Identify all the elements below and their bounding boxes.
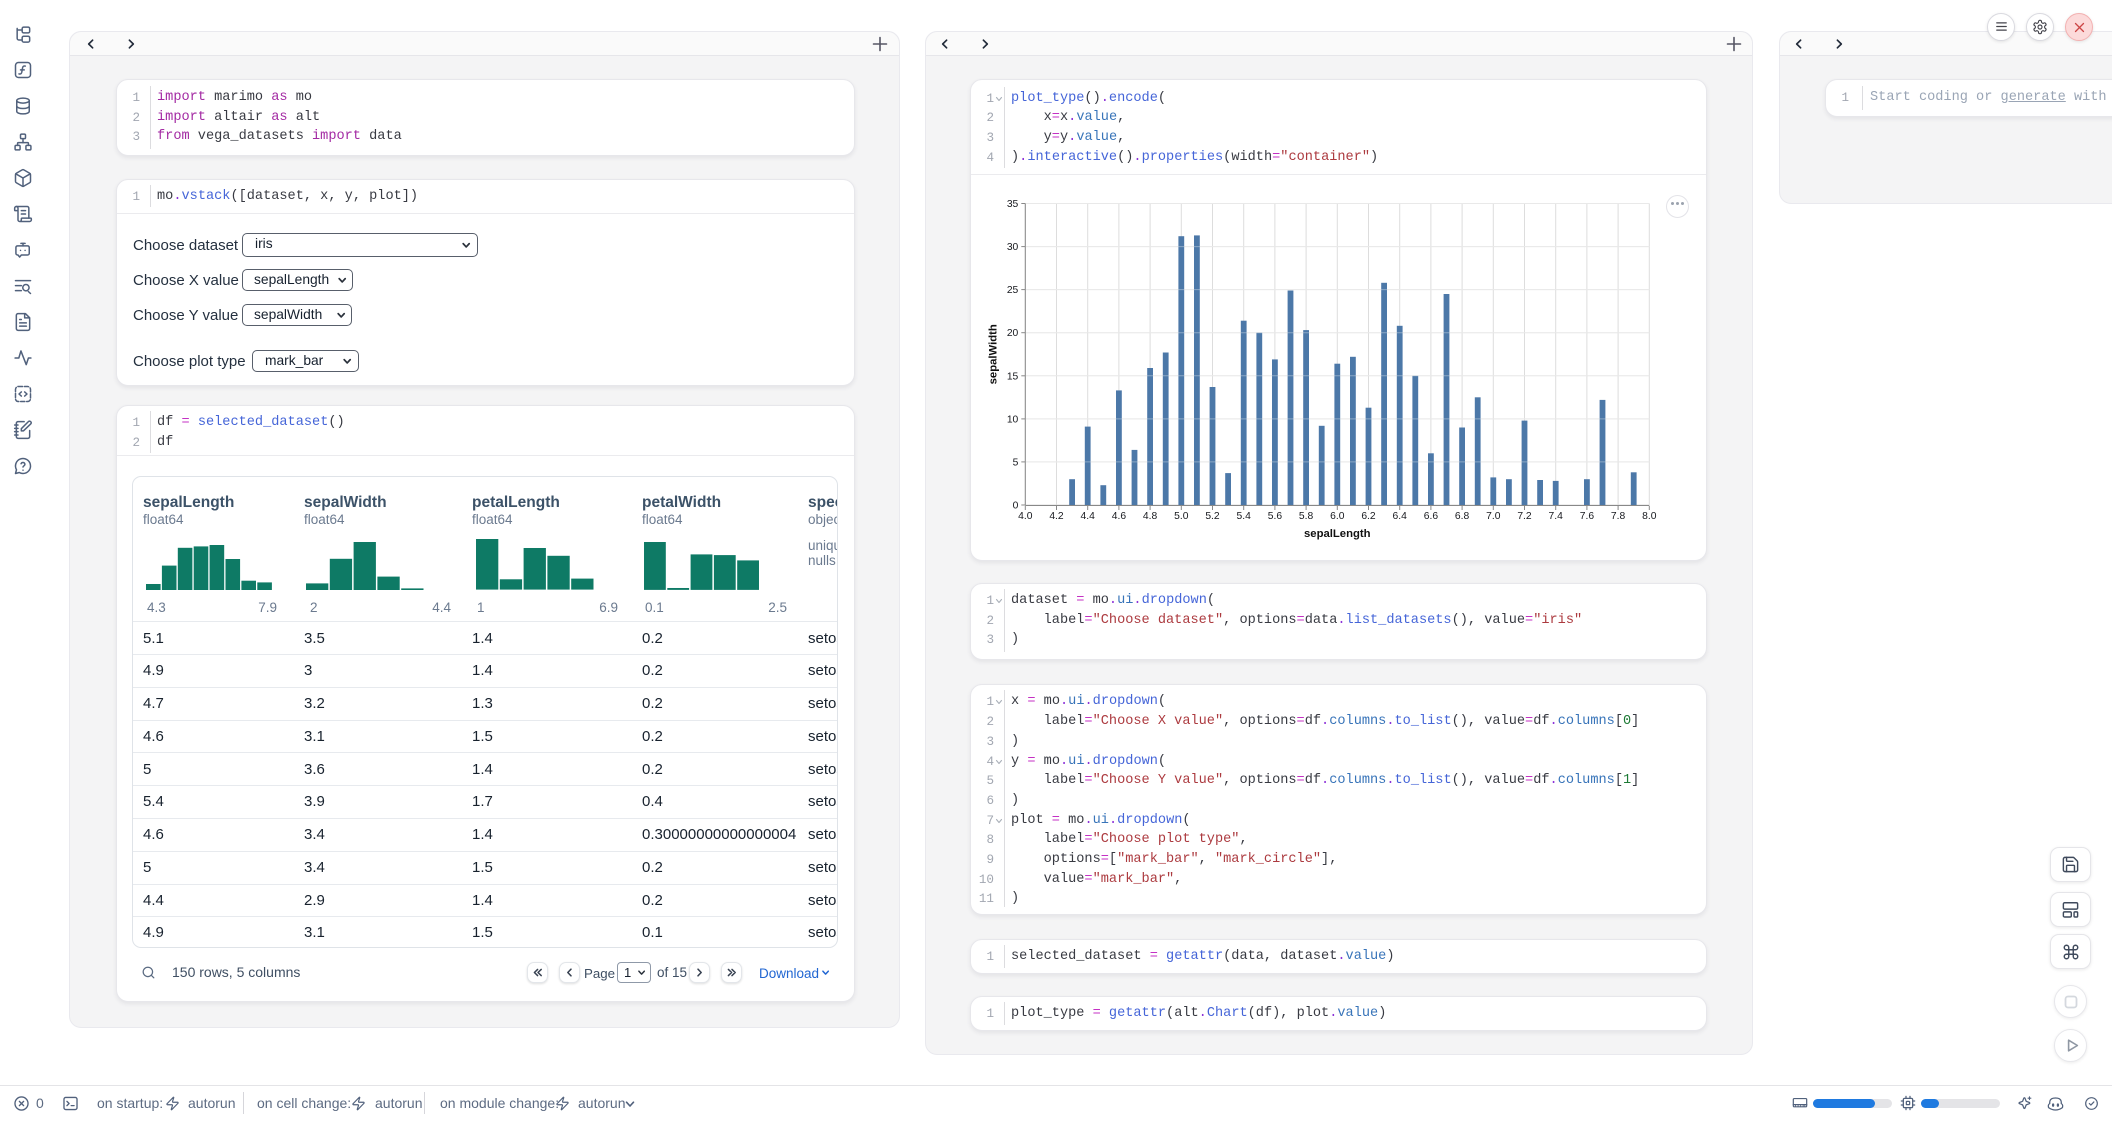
svg-text:5.6: 5.6 bbox=[1268, 511, 1283, 522]
svg-text:0: 0 bbox=[1013, 501, 1019, 512]
svg-text:6.6: 6.6 bbox=[1424, 511, 1439, 522]
svg-text:30: 30 bbox=[1007, 242, 1019, 253]
svg-text:7.6: 7.6 bbox=[1580, 511, 1595, 522]
svg-text:4.4: 4.4 bbox=[1081, 511, 1096, 522]
svg-text:4.6: 4.6 bbox=[1112, 511, 1127, 522]
svg-text:4.2: 4.2 bbox=[1049, 511, 1064, 522]
svg-text:6.4: 6.4 bbox=[1393, 511, 1408, 522]
svg-text:5: 5 bbox=[1013, 457, 1019, 468]
svg-text:8.0: 8.0 bbox=[1642, 511, 1657, 522]
svg-text:4.8: 4.8 bbox=[1143, 511, 1158, 522]
svg-text:sepalWidth: sepalWidth bbox=[987, 324, 999, 384]
svg-text:sepalLength: sepalLength bbox=[1304, 528, 1371, 540]
svg-text:5.0: 5.0 bbox=[1174, 511, 1189, 522]
svg-text:25: 25 bbox=[1007, 285, 1019, 296]
svg-text:7.8: 7.8 bbox=[1611, 511, 1626, 522]
svg-text:5.8: 5.8 bbox=[1299, 511, 1314, 522]
svg-text:7.4: 7.4 bbox=[1549, 511, 1564, 522]
svg-text:4.0: 4.0 bbox=[1018, 511, 1033, 522]
svg-text:20: 20 bbox=[1007, 328, 1019, 339]
svg-text:6.2: 6.2 bbox=[1361, 511, 1376, 522]
svg-text:6.0: 6.0 bbox=[1330, 511, 1345, 522]
svg-text:6.8: 6.8 bbox=[1455, 511, 1470, 522]
svg-text:35: 35 bbox=[1007, 199, 1019, 210]
svg-text:15: 15 bbox=[1007, 371, 1019, 382]
svg-text:7.0: 7.0 bbox=[1486, 511, 1501, 522]
svg-text:5.4: 5.4 bbox=[1237, 511, 1252, 522]
svg-text:5.2: 5.2 bbox=[1205, 511, 1220, 522]
svg-text:7.2: 7.2 bbox=[1517, 511, 1532, 522]
svg-text:10: 10 bbox=[1007, 414, 1019, 425]
